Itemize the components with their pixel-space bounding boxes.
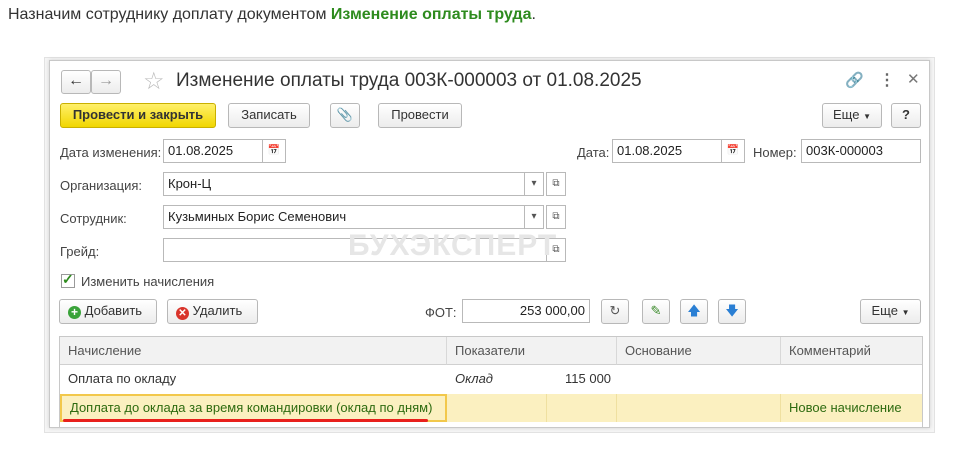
add-button[interactable]: + Добавить xyxy=(59,299,157,324)
delete-label: Удалить xyxy=(192,303,243,318)
favorite-star-icon[interactable]: ☆ xyxy=(143,67,165,96)
close-icon[interactable]: ✕ xyxy=(907,70,920,88)
refresh-button[interactable]: ↻ xyxy=(601,299,629,324)
change-date-calendar-icon[interactable]: 📅 xyxy=(262,139,286,163)
accruals-table: Начисление Показатели Основание Коммента… xyxy=(59,336,923,427)
intro-text: Назначим сотруднику доплату документом И… xyxy=(8,6,536,24)
comment-cell: Новое начисление xyxy=(789,400,902,415)
refresh-icon: ↻ xyxy=(609,303,621,318)
arrow-up-icon: 🡅 xyxy=(687,303,701,318)
accrual-cell: Оплата по окладу xyxy=(68,371,177,386)
table-row[interactable]: Оплата по окладу Оклад 115 000 xyxy=(60,365,922,394)
basis-cell xyxy=(617,394,781,422)
intro-prefix: Назначим сотруднику доплату документом xyxy=(8,6,331,23)
move-down-button[interactable]: 🡇 xyxy=(718,299,746,324)
fot-label: ФОТ: xyxy=(425,305,457,320)
link-icon[interactable]: 🔗 xyxy=(845,71,864,89)
pencil-icon: ✎ xyxy=(650,303,662,318)
help-button[interactable]: ? xyxy=(891,103,921,128)
column-header-comment[interactable]: Комментарий xyxy=(781,337,922,365)
intro-doc-name: Изменение оплаты труда xyxy=(330,6,532,23)
more-label: Еще xyxy=(833,107,860,122)
employee-dropdown-icon[interactable]: ▾ xyxy=(524,205,544,229)
column-header-indicators[interactable]: Показатели xyxy=(447,337,617,365)
organization-dropdown-icon[interactable]: ▾ xyxy=(524,172,544,196)
paperclip-icon: 📎 xyxy=(336,107,354,122)
column-header-basis[interactable]: Основание xyxy=(617,337,781,365)
accrual-cell: Доплата до оклада за время командировки … xyxy=(60,394,447,422)
red-underline xyxy=(63,419,428,422)
organization-field[interactable]: Крон-Ц xyxy=(163,172,525,196)
fot-field[interactable]: 253 000,00 xyxy=(462,299,590,323)
change-accruals-checkbox[interactable]: ✓ xyxy=(61,271,75,288)
edit-button[interactable]: ✎ xyxy=(642,299,670,324)
checkmark-icon: ✓ xyxy=(62,271,74,287)
indicator-value-cell xyxy=(547,394,617,422)
move-up-button[interactable]: 🡅 xyxy=(680,299,708,324)
number-label: Номер: xyxy=(753,145,797,160)
date-field[interactable]: 01.08.2025 xyxy=(612,139,722,163)
employee-open-icon[interactable]: ⧉ xyxy=(546,205,566,229)
table-more-label: Еще xyxy=(871,303,898,318)
table-dropdown-arrow-icon: ▼ xyxy=(901,308,910,317)
table-row-selected[interactable]: Доплата до оклада за время командировки … xyxy=(60,394,922,422)
indicator-value-cell: 115 000 xyxy=(565,371,612,386)
arrow-down-icon: 🡇 xyxy=(725,303,739,318)
indicator-name-cell: Оклад xyxy=(455,371,493,386)
forward-button[interactable]: → xyxy=(91,70,121,94)
organization-open-icon[interactable]: ⧉ xyxy=(546,172,566,196)
comment-cell xyxy=(781,365,922,393)
post-button[interactable]: Провести xyxy=(378,103,462,128)
organization-label: Организация: xyxy=(60,178,143,193)
basis-cell xyxy=(617,365,781,393)
add-label: Добавить xyxy=(84,303,143,318)
save-button[interactable]: Записать xyxy=(228,103,310,128)
post-and-close-button[interactable]: Провести и закрыть xyxy=(60,103,216,128)
delete-icon: ✕ xyxy=(176,307,189,320)
more-actions-icon[interactable]: ⋮ xyxy=(879,70,895,90)
change-accruals-label: Изменить начисления xyxy=(81,274,215,289)
document-window: ← → ☆ Изменение оплаты труда 003К-000003… xyxy=(49,60,930,428)
back-button[interactable]: ← xyxy=(61,70,91,94)
employee-label: Сотрудник: xyxy=(60,211,127,226)
employee-field[interactable]: Кузьминых Борис Семенович xyxy=(163,205,525,229)
number-field[interactable]: 003К-000003 xyxy=(801,139,921,163)
indicator-cell xyxy=(447,394,547,422)
date-label: Дата: xyxy=(577,145,610,160)
date-calendar-icon[interactable]: 📅 xyxy=(721,139,745,163)
delete-button[interactable]: ✕ Удалить xyxy=(167,299,258,324)
more-button[interactable]: Еще ▼ xyxy=(822,103,882,128)
change-date-field[interactable]: 01.08.2025 xyxy=(163,139,263,163)
table-more-button[interactable]: Еще ▼ xyxy=(860,299,921,324)
window-title: Изменение оплаты труда 003К-000003 от 01… xyxy=(176,70,642,91)
grade-label: Грейд: xyxy=(60,244,100,259)
intro-suffix: . xyxy=(531,6,536,23)
watermark: БУХЭКСПЕРТ xyxy=(348,229,558,262)
change-date-label: Дата изменения: xyxy=(60,145,162,160)
dropdown-arrow-icon: ▼ xyxy=(863,112,871,121)
attach-button[interactable]: 📎 xyxy=(330,103,360,128)
add-icon: + xyxy=(68,306,81,319)
column-header-accrual[interactable]: Начисление xyxy=(60,337,447,365)
